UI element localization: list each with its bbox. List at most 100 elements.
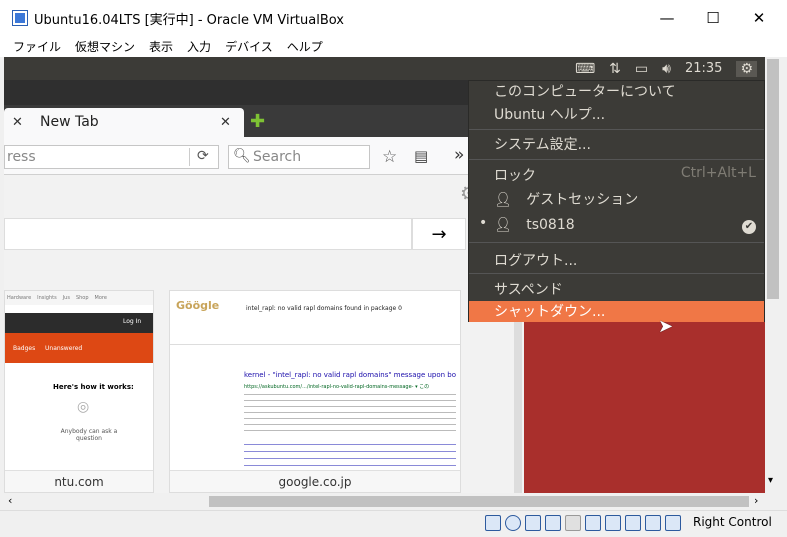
volume-icon[interactable]: 🔊︎: [662, 61, 671, 77]
nav-item: Insights: [37, 295, 57, 301]
askubuntu-text: Anybody can ask a question: [60, 428, 118, 442]
top-site-tile-askubuntu[interactable]: Hardware Insights Jus Shop More Log In B…: [4, 290, 154, 493]
nav-item: Shop: [75, 295, 89, 301]
host-key-label: Right Control: [693, 515, 772, 529]
askubuntu-header: Log In: [5, 313, 153, 333]
scroll-left-icon[interactable]: ‹: [8, 494, 12, 507]
menu-lock-accel: Ctrl+Alt+L: [680, 165, 756, 181]
user-icon: 👤︎: [494, 217, 512, 233]
minimize-button[interactable]: —: [644, 0, 690, 35]
horizontal-scroll-thumb[interactable]: [209, 496, 749, 507]
close-tab-icon[interactable]: ✕: [220, 115, 231, 130]
clock[interactable]: 21:35: [685, 61, 722, 76]
firefox-window: ✕ New Tab ✕ ✚ ress ⟳ 🔍︎ Search ☆ ▤ » ⚙ →: [4, 80, 524, 493]
tile-caption: ntu.com: [5, 470, 153, 492]
tab-badges: Badges: [13, 345, 36, 352]
virtualbox-icon: [12, 10, 28, 26]
mouse-cursor-icon: ➤: [658, 316, 674, 337]
nav-item: Jus: [62, 295, 70, 301]
google-logo: Göögle: [176, 299, 220, 312]
video-capture-icon[interactable]: [625, 515, 641, 531]
display-icon[interactable]: [605, 515, 621, 531]
login-link: Log In: [123, 318, 142, 325]
menu-shutdown[interactable]: シャットダウン...: [469, 301, 764, 322]
url-placeholder: ress: [7, 149, 36, 165]
menu-user-ts0818[interactable]: • 👤︎ ts0818 ✔: [469, 215, 764, 234]
nav-item: More: [94, 295, 107, 301]
reading-list-icon[interactable]: ▤: [414, 147, 428, 165]
menu-help[interactable]: ヘルプ: [280, 38, 330, 55]
search-bar[interactable]: 🔍︎ Search: [228, 145, 370, 169]
tab-title: New Tab: [40, 114, 99, 130]
gear-icon[interactable]: ⚙: [736, 60, 757, 77]
battery-icon[interactable]: ▭: [635, 61, 648, 77]
audio-icon[interactable]: [525, 515, 541, 531]
network-icon[interactable]: ⇅: [609, 61, 621, 77]
menu-machine[interactable]: 仮想マシン: [68, 38, 142, 55]
page-search-input[interactable]: [4, 218, 412, 250]
cpu-icon[interactable]: [645, 515, 661, 531]
network-adapter-icon[interactable]: [545, 515, 561, 531]
search-placeholder: Search: [253, 149, 302, 165]
checkmark-icon: ✔: [742, 220, 756, 234]
question-icon: ◎: [77, 399, 90, 415]
menu-input[interactable]: 入力: [180, 38, 218, 55]
menu-lock-label: ロック: [494, 168, 536, 184]
tile-caption: google.co.jp: [170, 470, 460, 492]
keyboard-icon[interactable]: ⌨: [575, 61, 595, 77]
close-tab-icon[interactable]: ✕: [12, 115, 23, 130]
menu-suspend[interactable]: サスペンド: [469, 279, 764, 299]
menu-separator: [469, 159, 764, 160]
tab-new-tab[interactable]: ✕ New Tab ✕: [4, 108, 244, 138]
status-bar: Right Control: [0, 510, 787, 537]
top-site-tile-google[interactable]: Göögle intel_rapl: no valid rapl domains…: [169, 290, 461, 493]
related-links: [244, 441, 456, 467]
askubuntu-nav: Hardware Insights Jus Shop More: [5, 291, 153, 305]
navigation-bar: ress ⟳ 🔍︎ Search ☆ ▤ »: [4, 137, 524, 175]
scroll-right-icon[interactable]: ›: [754, 494, 758, 507]
menu-lock[interactable]: ロック Ctrl+Alt+L: [469, 165, 764, 185]
menu-file[interactable]: ファイル: [6, 38, 68, 55]
menu-logout[interactable]: ログアウト...: [469, 250, 764, 270]
menu-guest-label: ゲストセッション: [526, 192, 639, 208]
usb-icon[interactable]: [565, 515, 581, 531]
menu-system-settings[interactable]: システム設定...: [469, 134, 764, 154]
menu-guest-session[interactable]: 👤︎ ゲストセッション: [469, 189, 764, 209]
optical-drive-icon[interactable]: [505, 515, 521, 531]
window-title: Ubuntu16.04LTS [実行中] - Oracle VM Virtual…: [34, 13, 344, 28]
vertical-scrollbar[interactable]: ▾: [765, 57, 783, 493]
overflow-chevron-icon[interactable]: »: [454, 145, 464, 165]
ubuntu-top-panel: ⌨ ⇅ ▭ 🔊︎ 21:35 ⚙: [4, 57, 765, 80]
result-url: https://askubuntu.com/.../intel-rapl-no-…: [244, 384, 430, 390]
menu-separator: [469, 273, 764, 274]
search-go-button[interactable]: →: [412, 218, 466, 250]
page-scroll-edge: [514, 315, 522, 493]
menu-ubuntu-help[interactable]: Ubuntu ヘルプ...: [469, 104, 764, 124]
horizontal-scrollbar[interactable]: ‹ ›: [4, 493, 765, 510]
vertical-scroll-thumb[interactable]: [767, 59, 779, 299]
url-bar[interactable]: ress ⟳: [4, 145, 219, 169]
menu-view[interactable]: 表示: [142, 38, 180, 55]
close-button[interactable]: ✕: [736, 0, 782, 35]
session-menu: このコンピューターについて Ubuntu ヘルプ... システム設定... ロッ…: [468, 80, 765, 322]
search-icon: 🔍︎: [233, 148, 251, 164]
scroll-down-icon[interactable]: ▾: [768, 475, 773, 486]
menu-user-label: ts0818: [526, 217, 575, 233]
new-tab-page: ⚙ → Hardware Insights Jus Shop More Log …: [4, 175, 524, 493]
maximize-button[interactable]: ☐: [690, 0, 736, 35]
reload-icon[interactable]: ⟳: [197, 148, 209, 164]
menu-about[interactable]: このコンピューターについて: [469, 81, 764, 101]
shared-folder-icon[interactable]: [585, 515, 601, 531]
new-tab-plus-icon[interactable]: ✚: [250, 111, 265, 132]
hard-disk-icon[interactable]: [485, 515, 501, 531]
user-icon: 👤︎: [494, 192, 512, 208]
mouse-integration-icon[interactable]: [665, 515, 681, 531]
result-snippet: [244, 391, 456, 433]
menu-separator: [469, 129, 764, 130]
indicator-area: ⌨ ⇅ ▭ 🔊︎ 21:35 ⚙: [575, 57, 757, 80]
divider: [189, 148, 190, 166]
result-title: kernel - "intel_rapl: no valid rapl doma…: [244, 371, 457, 379]
menu-devices[interactable]: デバイス: [218, 38, 280, 55]
menu-bar: ファイル 仮想マシン 表示 入力 デバイス ヘルプ: [0, 35, 787, 57]
bookmark-star-icon[interactable]: ☆: [382, 147, 397, 167]
